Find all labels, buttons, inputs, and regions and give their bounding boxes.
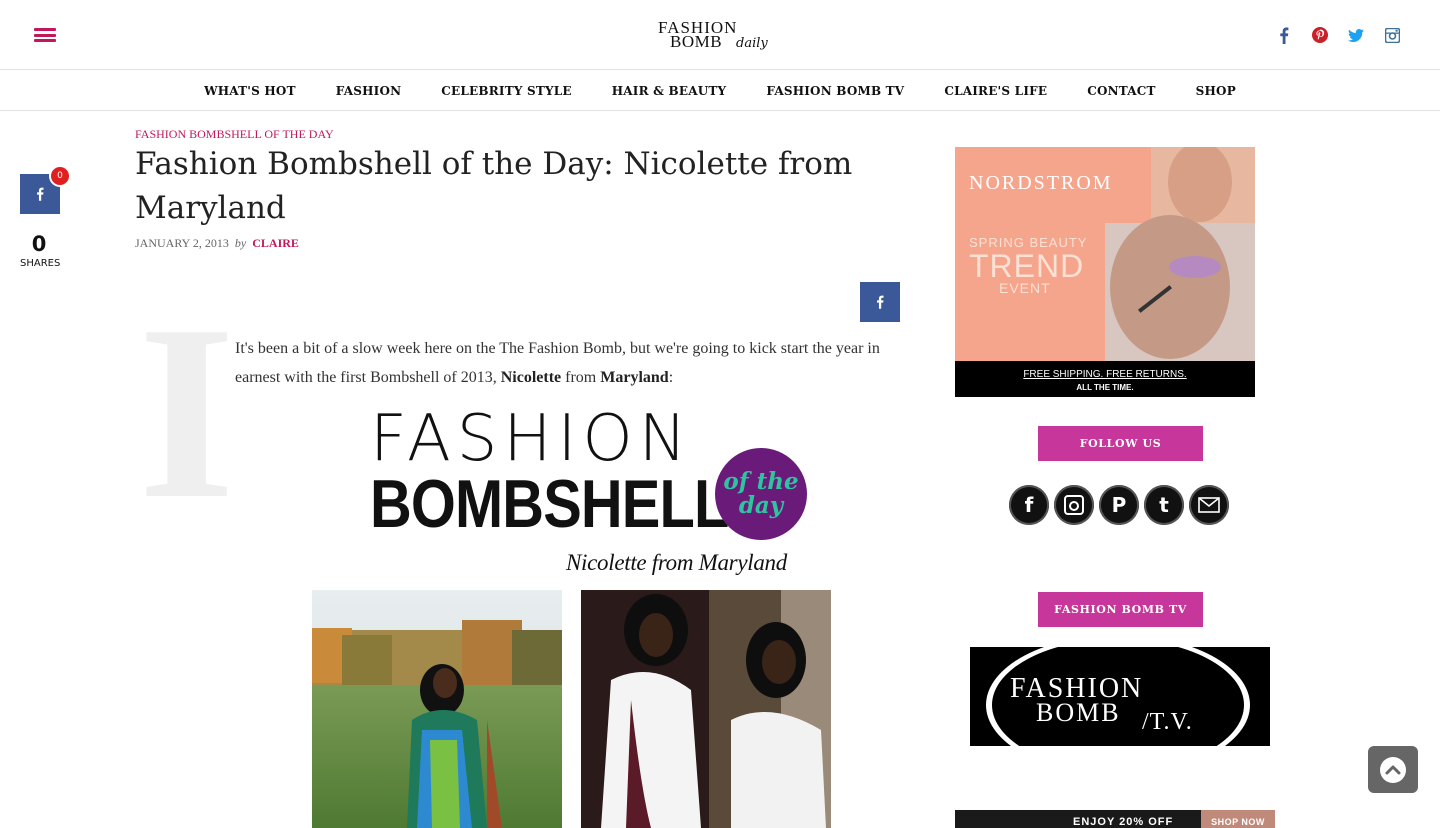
article-title: Fashion Bombshell of the Day: Nicolette …: [135, 146, 853, 226]
total-shares-count: 0: [31, 232, 47, 256]
nordstrom-ad-banner[interactable]: NORDSTROM SPRING BEAUTY TREND EVENT FREE…: [955, 147, 1255, 397]
ad-footer-1-text: FREE SHIPPING. FREE RETURNS.: [1023, 369, 1186, 380]
outfit-photo-field: [312, 590, 562, 828]
nav-item-fashion-bomb-tv[interactable]: FASHION BOMB TV: [766, 84, 904, 98]
feature-word-fashion: FASHION: [370, 402, 693, 476]
promo-shop-now-button[interactable]: SHOP NOW: [1201, 810, 1275, 828]
intro-text-mid: from: [561, 369, 601, 386]
follow-us-icons: f P t: [1009, 485, 1229, 525]
pinterest-icon[interactable]: P: [1099, 485, 1139, 525]
scroll-to-top-button[interactable]: [1368, 746, 1418, 793]
of-the-day-badge: of the day: [715, 448, 807, 540]
article-date: JANUARY 2, 2013: [135, 236, 229, 250]
intro-text-end: :: [668, 369, 674, 386]
instagram-icon[interactable]: [1374, 24, 1410, 46]
article-meta: JANUARY 2, 2013 by CLAIRE: [135, 236, 299, 251]
logo-line-2: BOMB: [670, 32, 723, 51]
fashion-bomb-tv-banner[interactable]: FASHION BOMB /T.V.: [970, 647, 1270, 746]
feature-word-bombshell: BOMBSHELL: [370, 466, 729, 542]
nav-item-contact[interactable]: CONTACT: [1087, 84, 1155, 98]
article-author-link[interactable]: CLAIRE: [252, 236, 299, 250]
article-category-link[interactable]: FASHION BOMBSHELL OF THE DAY: [135, 127, 334, 142]
bombshell-feature-graphic: FASHION BOMBSHELL of the day Nicolette f…: [370, 404, 830, 584]
facebook-icon[interactable]: [1266, 24, 1302, 46]
facebook-share-inline-button[interactable]: [860, 282, 900, 322]
site-header: FASHION BOMB daily: [0, 0, 1440, 70]
twitter-icon[interactable]: [1338, 24, 1374, 46]
facebook-icon[interactable]: f: [1009, 485, 1049, 525]
share-count-badge: 0: [49, 165, 71, 187]
email-icon[interactable]: [1189, 485, 1229, 525]
ad-line-3-text: EVENT: [999, 280, 1051, 296]
tv-line-2-text: BOMB: [1036, 698, 1121, 727]
drop-cap: I: [138, 274, 236, 551]
nav-item-whats-hot[interactable]: WHAT'S HOT: [204, 84, 296, 98]
follow-us-heading: FOLLOW US: [1038, 426, 1203, 461]
ad-brand-text: NORDSTROM: [969, 172, 1113, 194]
total-shares-label: SHARES: [20, 258, 61, 269]
intro-name: Nicolette: [500, 369, 562, 386]
feature-caption: Nicolette from Maryland: [566, 550, 787, 575]
facebook-icon: [877, 295, 884, 309]
bottom-promo-ad[interactable]: ENJOY 20% OFF SHOP NOW: [955, 810, 1275, 828]
nav-item-shop[interactable]: SHOP: [1196, 84, 1236, 98]
logo-line-3: daily: [736, 36, 768, 51]
article-intro: It's been a bit of a slow week here on t…: [235, 334, 900, 392]
pinterest-icon[interactable]: [1302, 24, 1338, 46]
ad-footer-2-text: ALL THE TIME.: [1076, 383, 1133, 392]
nav-item-hair-beauty[interactable]: HAIR & BEAUTY: [612, 84, 727, 98]
site-logo[interactable]: FASHION BOMB daily: [658, 18, 780, 58]
facebook-icon: [37, 187, 44, 201]
header-social-links: [1266, 24, 1410, 46]
menu-icon[interactable]: [34, 28, 56, 42]
ad-line-2-text: TREND: [969, 248, 1084, 284]
tv-line-3-text: /T.V.: [1142, 709, 1193, 735]
nav-item-celebrity-style[interactable]: CELEBRITY STYLE: [441, 84, 571, 98]
outfit-photo-evening: [581, 590, 831, 828]
nav-item-claires-life[interactable]: CLAIRE'S LIFE: [944, 84, 1047, 98]
article-byline-by: by: [234, 236, 247, 250]
main-nav: WHAT'S HOT FASHION CELEBRITY STYLE HAIR …: [0, 71, 1440, 111]
intro-place: Maryland: [600, 369, 669, 386]
twitter-icon[interactable]: t: [1144, 485, 1184, 525]
promo-text: ENJOY 20% OFF: [1073, 816, 1174, 828]
chevron-up-icon: [1380, 756, 1406, 783]
nav-item-fashion[interactable]: FASHION: [336, 84, 402, 98]
badge-line-1: of the: [723, 468, 799, 495]
badge-line-2: day: [738, 492, 784, 519]
fashion-bomb-tv-heading: FASHION BOMB TV: [1038, 592, 1203, 627]
instagram-icon[interactable]: [1054, 485, 1094, 525]
floating-share-bar: 0 0 SHARES: [20, 165, 71, 269]
